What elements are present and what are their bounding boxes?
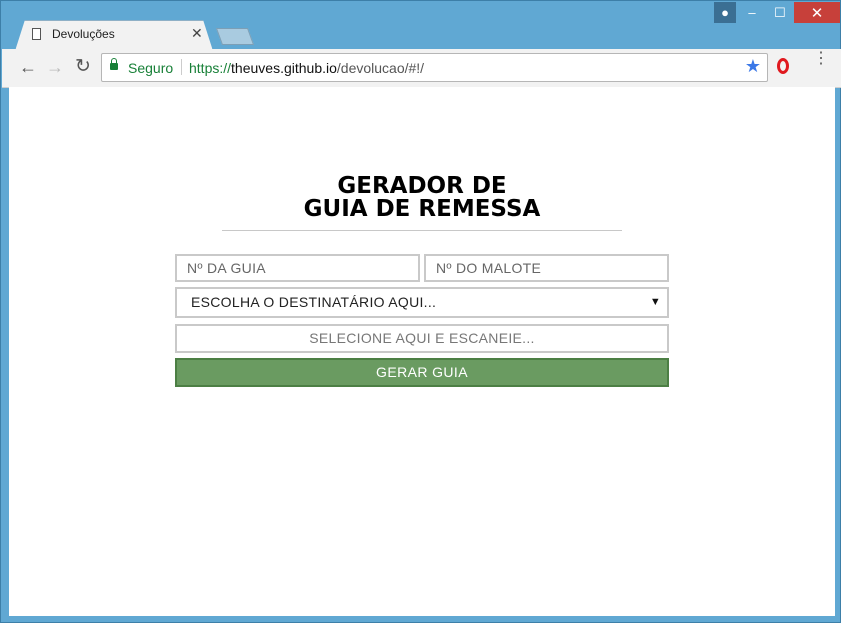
page-title: GERADOR DE GUIA DE REMESSA	[9, 175, 835, 221]
browser-toolbar: ← → ↻ Seguro https://theuves.github.io/d…	[2, 49, 841, 88]
malote-number-input[interactable]: Nº DO MALOTE	[424, 254, 669, 282]
back-button[interactable]: ←	[18, 57, 38, 77]
dropdown-arrow-icon: ▼	[649, 296, 661, 308]
page-icon	[32, 28, 41, 40]
address-divider	[181, 59, 182, 75]
minimize-button[interactable]: –	[739, 2, 765, 23]
close-window-button[interactable]: ✕	[794, 2, 840, 23]
profile-icon[interactable]: ●	[714, 2, 736, 23]
address-bar[interactable]: Seguro https://theuves.github.io/devoluc…	[101, 53, 768, 82]
lock-icon	[110, 58, 118, 70]
destinatario-select[interactable]: ESCOLHA O DESTINATÁRIO AQUI... ▼	[175, 287, 669, 318]
opera-extension-icon[interactable]	[777, 58, 789, 74]
tab-close-icon[interactable]: ✕	[191, 25, 203, 42]
url-text[interactable]: https://theuves.github.io/devolucao/#!/	[189, 60, 424, 76]
secure-label: Seguro	[128, 60, 174, 76]
maximize-button[interactable]: ☐	[767, 2, 793, 23]
new-tab-button[interactable]	[215, 28, 255, 45]
scan-input[interactable]: SELECIONE AQUI E ESCANEIE...	[175, 324, 669, 353]
bookmark-star-icon[interactable]: ★	[745, 56, 761, 77]
page-content: GERADOR DE GUIA DE REMESSA Nº DA GUIA Nº…	[9, 87, 835, 616]
title-line-2: GUIA DE REMESSA	[303, 196, 541, 222]
browser-window: ● – ☐ ✕ Devoluções ✕ ← → ↻ Seguro https:…	[0, 0, 841, 623]
forward-button[interactable]: →	[45, 57, 65, 77]
destinatario-selected-value: ESCOLHA O DESTINATÁRIO AQUI...	[191, 294, 437, 310]
reload-button[interactable]: ↻	[73, 57, 93, 77]
title-line-1: GERADOR DE	[337, 173, 507, 199]
generate-guia-button[interactable]: GERAR GUIA	[175, 358, 669, 387]
title-divider	[222, 230, 622, 231]
guia-number-input[interactable]: Nº DA GUIA	[175, 254, 420, 282]
browser-menu-icon[interactable]: ⋮	[813, 51, 829, 67]
tab-title: Devoluções	[52, 27, 115, 41]
url-host: theuves.github.io	[231, 60, 337, 76]
url-scheme: https://	[189, 60, 232, 76]
url-path: /devolucao/#!/	[336, 60, 425, 76]
tab-content: Devoluções ✕	[15, 20, 211, 50]
